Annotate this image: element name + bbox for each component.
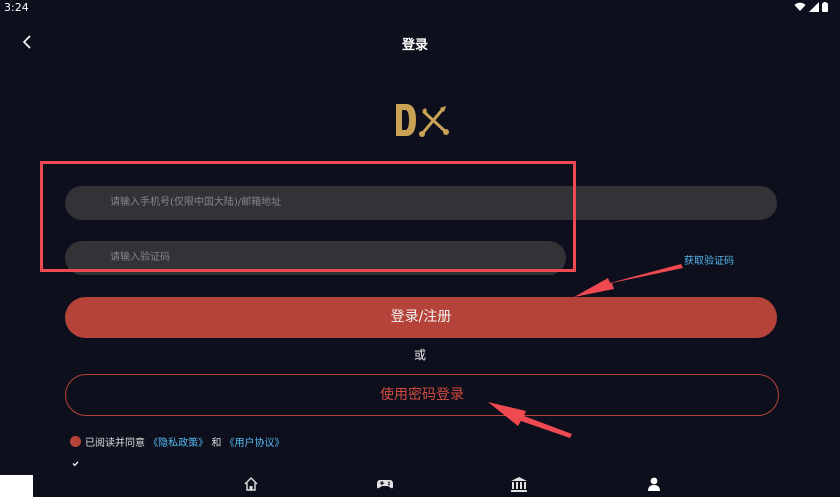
annotation-arrow-1 bbox=[574, 264, 683, 297]
gamepad-icon bbox=[377, 480, 393, 489]
annotation-arrows bbox=[488, 264, 683, 438]
check-icon bbox=[72, 461, 79, 467]
agreement-and: 和 bbox=[208, 438, 225, 449]
privacy-policy-link[interactable]: 《隐私政策》 bbox=[148, 434, 208, 449]
agree-checkbox[interactable] bbox=[70, 436, 81, 467]
bank-icon bbox=[511, 477, 527, 492]
nav-bank[interactable] bbox=[510, 476, 528, 492]
agreement-prefix: 已阅读并同意 bbox=[85, 438, 149, 449]
home-icon bbox=[244, 477, 258, 491]
overlay-block bbox=[0, 475, 33, 497]
annotation-arrow-2 bbox=[488, 402, 572, 438]
nav-games[interactable] bbox=[376, 476, 394, 492]
nav-home[interactable] bbox=[243, 476, 259, 492]
agreement-row: 已阅读并同意 《隐私政策》 和 《用户协议》 bbox=[70, 434, 285, 467]
nav-profile[interactable] bbox=[646, 476, 662, 492]
user-agreement-link[interactable]: 《用户协议》 bbox=[225, 434, 285, 449]
user-icon bbox=[648, 477, 660, 491]
